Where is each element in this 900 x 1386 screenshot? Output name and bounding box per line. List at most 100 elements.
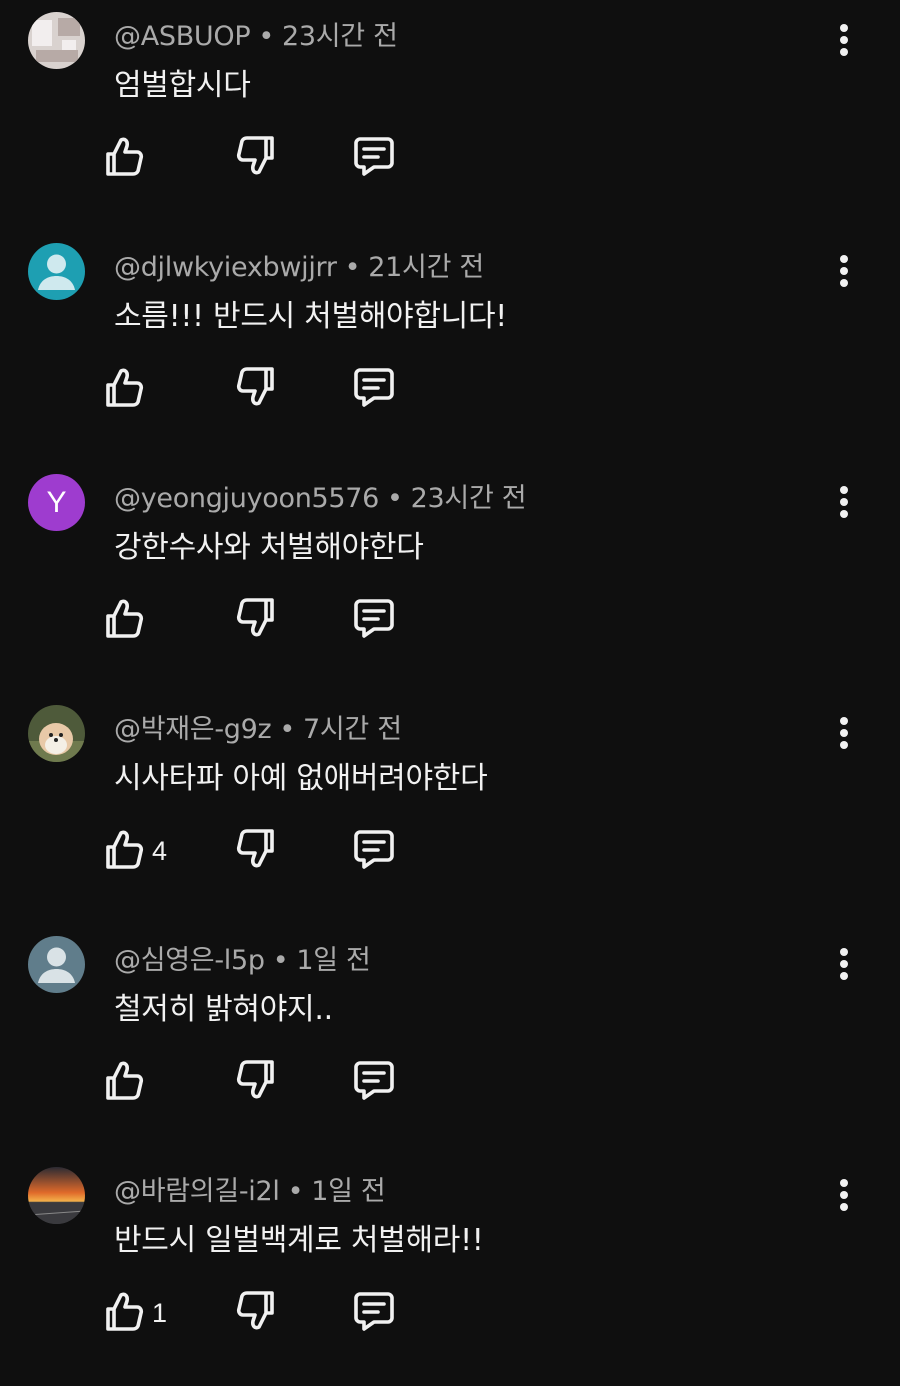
thumbs-up-icon xyxy=(104,1058,144,1106)
comment-author[interactable]: @yeongjuyoon5576 xyxy=(114,483,379,514)
comment-time: 23시간 전 xyxy=(281,21,398,52)
comment-item: @박재은-g9z • 7시간 전시사타파 아예 없애버려야한다 4 xyxy=(0,693,900,924)
reply-button[interactable] xyxy=(352,134,396,182)
thumbs-up-icon xyxy=(104,1289,144,1337)
comment-actions xyxy=(0,124,900,194)
comment-item: @심영은-l5p • 1일 전철저히 밝혀야지.. xyxy=(0,924,900,1155)
comment-author[interactable]: @djlwkyiexbwjjrr xyxy=(114,252,337,283)
comment-text: 반드시 일벌백계로 처벌해라!! xyxy=(114,1223,484,1258)
thumbs-down-icon xyxy=(236,1058,276,1106)
comment-item: @바람의길-i2l • 1일 전반드시 일벌백계로 처벌해라!! 1 xyxy=(0,1155,900,1386)
comment-text: 강한수사와 처벌해야한다 xyxy=(114,530,424,565)
more-vert-icon xyxy=(838,1178,850,1216)
comment-time: 7시간 전 xyxy=(303,714,402,745)
like-button[interactable]: 1 xyxy=(104,1289,167,1337)
like-button[interactable] xyxy=(104,365,144,413)
comment-author[interactable]: @박재은-g9z xyxy=(114,714,272,745)
comment-menu-button[interactable] xyxy=(828,484,860,524)
comment-text: 소름!!! 반드시 처벌해야합니다! xyxy=(114,299,507,334)
comment-author[interactable]: @바람의길-i2l xyxy=(114,1176,280,1207)
reply-button[interactable] xyxy=(352,596,396,644)
more-vert-icon xyxy=(838,23,850,61)
comment-actions: 1 xyxy=(0,1279,900,1349)
dislike-button[interactable] xyxy=(236,596,276,644)
thumbs-down-icon xyxy=(236,134,276,182)
reply-comment-icon xyxy=(352,1058,396,1106)
more-vert-icon xyxy=(838,254,850,292)
avatar-letter: Y xyxy=(28,474,85,531)
comment-time: 21시간 전 xyxy=(368,252,484,283)
like-button[interactable]: 4 xyxy=(104,827,167,875)
comment-header: @yeongjuyoon5576 • 23시간 전 xyxy=(114,476,527,515)
default-user-avatar[interactable] xyxy=(28,243,85,300)
reply-button[interactable] xyxy=(352,1289,396,1337)
comment-text: 엄벌합시다 xyxy=(114,68,251,103)
reply-comment-icon xyxy=(352,365,396,413)
comment-text: 철저히 밝혀야지.. xyxy=(114,992,333,1027)
more-vert-icon xyxy=(838,716,850,754)
comment-header: @ASBUOP • 23시간 전 xyxy=(114,14,398,53)
comment-header: @심영은-l5p • 1일 전 xyxy=(114,938,371,977)
dog-photo-avatar[interactable] xyxy=(28,705,85,762)
comment-time: 1일 전 xyxy=(311,1176,386,1207)
reply-comment-icon xyxy=(352,596,396,644)
reply-button[interactable] xyxy=(352,365,396,413)
thumbs-down-icon xyxy=(236,365,276,413)
comment-author[interactable]: @심영은-l5p xyxy=(114,945,265,976)
comment-text: 시사타파 아예 없애버려야한다 xyxy=(114,761,488,796)
comment-item: @djlwkyiexbwjjrr • 21시간 전소름!!! 반드시 처벌해야합니다… xyxy=(0,231,900,462)
reply-button[interactable] xyxy=(352,827,396,875)
separator-dot: • xyxy=(272,945,289,976)
comment-actions xyxy=(0,586,900,656)
thumbs-up-icon xyxy=(104,365,144,413)
separator-dot: • xyxy=(344,252,361,283)
sunset-photo-avatar[interactable] xyxy=(28,1167,85,1224)
comment-menu-button[interactable] xyxy=(828,22,860,62)
comment-list: @ASBUOP • 23시간 전 엄벌합시다 @djlwkyiexbwjjrr • 21시간… xyxy=(0,0,900,1358)
comment-header: @박재은-g9z • 7시간 전 xyxy=(114,707,402,746)
like-count: 4 xyxy=(152,835,168,866)
reply-button[interactable] xyxy=(352,1058,396,1106)
default-user-avatar[interactable] xyxy=(28,936,85,993)
dislike-button[interactable] xyxy=(236,827,276,875)
more-vert-icon xyxy=(838,485,850,523)
separator-dot: • xyxy=(258,21,274,52)
comment-author[interactable]: @ASBUOP xyxy=(114,21,251,52)
more-vert-icon xyxy=(838,947,850,985)
dislike-button[interactable] xyxy=(236,1289,276,1337)
separator-dot: • xyxy=(279,714,295,745)
room-photo-avatar[interactable] xyxy=(28,12,85,69)
thumbs-down-icon xyxy=(236,1289,276,1337)
comment-actions xyxy=(0,1048,900,1118)
comment-menu-button[interactable] xyxy=(828,253,860,293)
letter-avatar[interactable]: Y xyxy=(28,474,85,531)
thumbs-down-icon xyxy=(236,827,276,875)
comment-item: Y @yeongjuyoon5576 • 23시간 전강한수사와 처벌해야한다 xyxy=(0,462,900,693)
like-button[interactable] xyxy=(104,596,144,644)
reply-comment-icon xyxy=(352,827,396,875)
separator-dot: • xyxy=(387,483,403,514)
comment-menu-button[interactable] xyxy=(828,1177,860,1217)
dislike-button[interactable] xyxy=(236,134,276,182)
thumbs-down-icon xyxy=(236,596,276,644)
reply-comment-icon xyxy=(352,1289,396,1337)
comment-actions xyxy=(0,355,900,425)
comment-actions: 4 xyxy=(0,817,900,887)
comment-header: @djlwkyiexbwjjrr • 21시간 전 xyxy=(114,245,484,284)
thumbs-up-icon xyxy=(104,596,144,644)
dislike-button[interactable] xyxy=(236,365,276,413)
like-button[interactable] xyxy=(104,134,144,182)
comment-item: @ASBUOP • 23시간 전엄벌합시다 xyxy=(0,0,900,231)
comment-time: 23시간 전 xyxy=(410,483,527,514)
separator-dot: • xyxy=(287,1176,304,1207)
comment-menu-button[interactable] xyxy=(828,715,860,755)
comment-header: @바람의길-i2l • 1일 전 xyxy=(114,1169,386,1208)
like-button[interactable] xyxy=(104,1058,144,1106)
thumbs-up-icon xyxy=(104,827,144,875)
dislike-button[interactable] xyxy=(236,1058,276,1106)
comment-time: 1일 전 xyxy=(296,945,371,976)
like-count: 1 xyxy=(152,1297,168,1328)
comment-menu-button[interactable] xyxy=(828,946,860,986)
reply-comment-icon xyxy=(352,134,396,182)
thumbs-up-icon xyxy=(104,134,144,182)
